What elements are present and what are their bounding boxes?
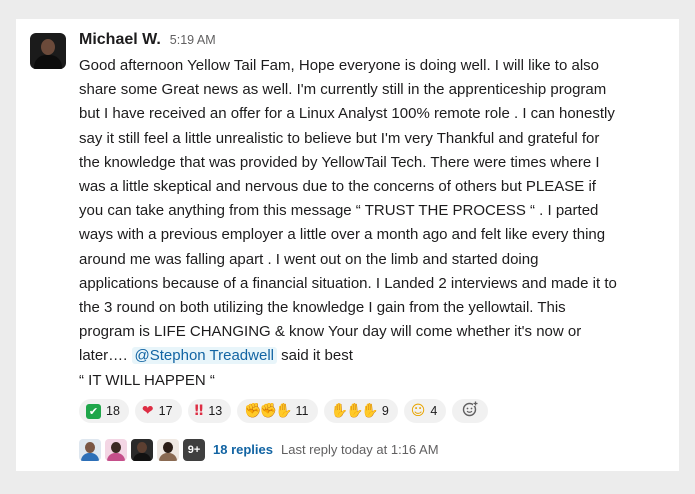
author-avatar[interactable] <box>30 33 66 69</box>
reaction-count: 17 <box>158 403 173 418</box>
reaction-count: 18 <box>106 403 120 418</box>
more-repliers-badge: 9+ <box>183 438 205 461</box>
reaction-clap[interactable]: ✊✊✋ 11 <box>237 398 318 423</box>
author-name[interactable]: Michael W. <box>79 31 161 49</box>
replier-avatar <box>157 438 179 461</box>
add-reaction-button[interactable] <box>452 398 489 423</box>
white-check-mark-emoji: ✔ <box>86 403 101 419</box>
reaction-heart[interactable]: ❤ 17 <box>134 398 182 423</box>
raised-hands-emoji: ✋✋✋ <box>330 402 379 419</box>
reaction-count: 13 <box>208 403 223 418</box>
message-text: Good afternoon Yellow Tail Fam, Hope eve… <box>79 57 617 365</box>
message-header: Michael W. 5:19 AM <box>79 31 673 53</box>
replier-avatar <box>79 438 101 461</box>
replies-link[interactable]: 18 replies <box>213 442 273 457</box>
message-content: Michael W. 5:19 AM Good afternoon Yellow… <box>79 31 673 462</box>
message-timestamp[interactable]: 5:19 AM <box>170 33 216 47</box>
replier-avatar <box>105 438 127 461</box>
reaction-count: 11 <box>295 403 309 418</box>
reaction-check[interactable]: ✔ 18 <box>79 398 129 423</box>
last-reply-time: Last reply today at 1:16 AM <box>281 442 439 458</box>
reaction-bangbang[interactable]: ‼ 13 <box>187 398 232 423</box>
reactions-bar: ✔ 18 ❤ 17 ‼ 13 ✊✊✋ 11 ✋✋✋ 9 ☺ 4 <box>79 398 673 425</box>
double-exclamation-emoji: ‼ <box>194 402 204 419</box>
reaction-party[interactable]: ☺ 4 <box>403 398 447 423</box>
reaction-count: 4 <box>430 403 438 418</box>
clapping-hands-emoji: ✊✊✋ <box>244 402 292 419</box>
thread-summary[interactable]: 9+ 18 replies Last reply today at 1:16 A… <box>79 438 673 462</box>
add-reaction-icon <box>462 400 479 421</box>
message-card: Michael W. 5:19 AM Good afternoon Yellow… <box>16 19 679 471</box>
user-mention[interactable]: @Stephon Treadwell <box>131 347 277 365</box>
heart-emoji: ❤ <box>141 402 154 419</box>
reaction-count: 9 <box>381 403 389 418</box>
party-face-emoji: ☺ <box>410 402 426 419</box>
message-body: Good afternoon Yellow Tail Fam, Hope eve… <box>79 54 673 393</box>
reaction-raised-hands[interactable]: ✋✋✋ 9 <box>323 398 398 423</box>
replier-avatar <box>131 438 153 461</box>
